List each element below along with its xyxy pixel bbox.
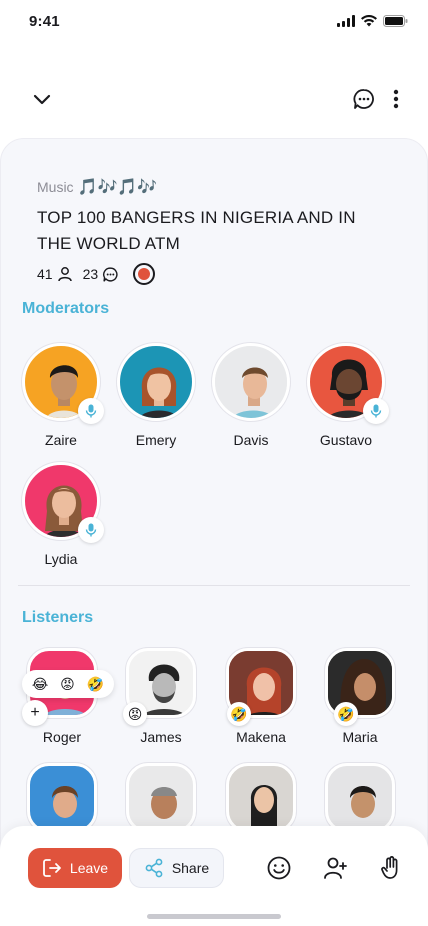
share-button[interactable]: Share — [129, 848, 224, 888]
status-time: 9:41 — [29, 13, 60, 30]
share-label: Share — [171, 860, 210, 876]
moderator-name: Gustavo — [319, 432, 373, 448]
leave-button[interactable]: Leave — [28, 848, 122, 888]
reaction-picker: 😂 😡 🤣 — [22, 670, 114, 698]
listener-row2-4[interactable] — [315, 763, 405, 833]
moderator-name: Zaire — [45, 432, 77, 448]
moderator-name: Lydia — [44, 551, 78, 567]
listener-makena[interactable]: 🤣 Makena — [216, 648, 306, 745]
listener-name: Roger — [42, 729, 82, 745]
listener-name: Maria — [342, 729, 378, 745]
moderator-gustavo[interactable]: Gustavo — [301, 343, 391, 448]
home-indicator — [147, 914, 281, 919]
reaction-badge: 🤣 — [227, 702, 251, 726]
moderator-name: Emery — [135, 432, 177, 448]
moderator-davis[interactable]: Davis — [206, 343, 296, 448]
avatar — [226, 763, 296, 833]
more-vertical-icon[interactable] — [385, 87, 407, 111]
reaction-option[interactable]: 🤣 — [87, 676, 104, 693]
reaction-badge: 😡 — [123, 702, 147, 726]
listener-row2-2[interactable] — [116, 763, 206, 833]
listener-james[interactable]: 😡 James — [116, 648, 206, 745]
comments-stat: 23 — [83, 266, 120, 283]
chevron-down-icon[interactable] — [30, 87, 54, 111]
category-emoji: 🎵🎶🎵🎶 — [77, 179, 158, 196]
leave-icon — [43, 859, 61, 877]
listener-name: James — [140, 729, 182, 745]
room-title: TOP 100 BANGERS IN NIGERIA AND IN THE WO… — [37, 208, 356, 253]
avatar — [27, 763, 97, 833]
moderator-emery[interactable]: Emery — [111, 343, 201, 448]
user-icon — [57, 267, 72, 282]
mic-icon — [78, 517, 104, 543]
listener-name: Makena — [236, 729, 286, 745]
add-user-icon[interactable] — [322, 855, 348, 881]
listeners-count: 41 — [37, 266, 53, 282]
record-icon[interactable] — [133, 263, 156, 285]
avatar — [117, 343, 195, 421]
raise-hand-icon[interactable] — [378, 855, 404, 881]
listener-maria[interactable]: 🤣 Maria — [315, 648, 405, 745]
comments-count: 23 — [82, 266, 99, 282]
listeners-heading: Listeners — [22, 609, 94, 626]
chat-icon[interactable] — [352, 87, 376, 111]
mic-icon — [363, 398, 389, 424]
status-bar: 9:41 — [0, 0, 428, 44]
category-label: Music — [37, 179, 74, 195]
chat-icon — [103, 266, 118, 282]
room-header — [0, 84, 428, 114]
battery-icon — [383, 15, 408, 27]
moderator-name: Davis — [233, 432, 269, 448]
avatar — [325, 763, 395, 833]
section-divider — [18, 585, 410, 586]
share-icon — [145, 858, 163, 878]
leave-label: Leave — [69, 860, 109, 876]
avatar — [126, 763, 196, 833]
listener-row2-3[interactable] — [216, 763, 306, 833]
listeners-stat: 41 — [37, 266, 73, 282]
moderators-heading: Moderators — [22, 300, 110, 317]
listener-row2-1[interactable] — [17, 763, 107, 833]
mic-icon — [78, 398, 104, 424]
status-icons — [337, 15, 408, 27]
reaction-option[interactable]: 😡 — [60, 676, 75, 693]
emoji-icon[interactable] — [266, 855, 292, 881]
avatar — [212, 343, 290, 421]
wifi-icon — [361, 15, 377, 27]
room-category: Music 🎵🎶🎵🎶 — [37, 177, 157, 197]
add-reaction-button[interactable]: + — [22, 700, 48, 726]
reaction-option[interactable]: 😂 — [32, 676, 48, 693]
reaction-badge: 🤣 — [334, 702, 358, 726]
moderator-lydia[interactable]: Lydia — [16, 462, 106, 567]
signal-icon — [337, 15, 355, 27]
moderator-zaire[interactable]: Zaire — [16, 343, 106, 448]
room-stats: 41 23 — [37, 263, 156, 285]
